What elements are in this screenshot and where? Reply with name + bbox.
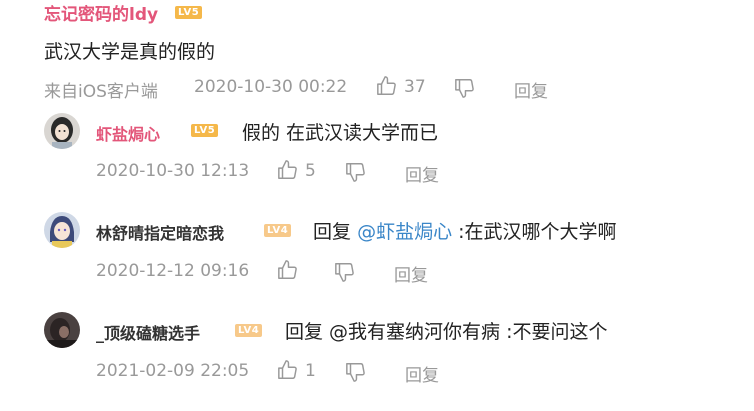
reply-button[interactable]: 回复 — [405, 361, 439, 386]
thumbs-down-icon[interactable] — [334, 261, 356, 283]
level-badge: LV4 — [235, 324, 263, 337]
reply-username[interactable]: 林舒晴指定暗恋我 — [96, 220, 224, 244]
level-badge: LV5 — [175, 6, 203, 19]
main-comment-username[interactable]: 忘记密码的ldy — [44, 0, 158, 25]
mention-link[interactable]: @虾盐焗心 — [357, 221, 452, 243]
reply-username[interactable]: _顶级磕糖选手 — [96, 320, 200, 344]
comment-source: 来自iOS客户端 — [44, 82, 158, 102]
thumbs-up-icon[interactable] — [277, 159, 299, 181]
thumbs-down-icon[interactable] — [345, 361, 367, 383]
main-comment-text: 武汉大学是真的假的 — [44, 41, 216, 63]
thumbs-up-icon[interactable] — [376, 75, 398, 97]
comment-timestamp: 2020-10-30 00:22 — [194, 77, 348, 97]
level-badge: LV5 — [191, 124, 219, 137]
reply-prefix: 回复 — [313, 221, 352, 243]
thumbs-down-icon[interactable] — [454, 77, 476, 99]
like-count: 37 — [404, 77, 426, 97]
reply-timestamp: 2020-12-12 09:16 — [96, 261, 250, 281]
reply-content: :在武汉哪个大学啊 — [458, 221, 617, 243]
reply-timestamp: 2020-10-30 12:13 — [96, 161, 250, 181]
reply-button[interactable]: 回复 — [514, 77, 548, 102]
reply-text: 回复 @虾盐焗心 :在武汉哪个大学啊 — [313, 217, 617, 244]
thumbs-up-icon[interactable] — [277, 359, 299, 381]
reply-button[interactable]: 回复 — [394, 261, 428, 286]
avatar[interactable] — [44, 113, 80, 149]
thumbs-down-icon[interactable] — [345, 161, 367, 183]
level-badge: LV4 — [264, 224, 292, 237]
avatar[interactable] — [44, 312, 80, 348]
like-count: 1 — [305, 361, 316, 381]
reply-text: 假的 在武汉读大学而已 — [242, 122, 439, 144]
thumbs-up-icon[interactable] — [277, 259, 299, 281]
reply-timestamp: 2021-02-09 22:05 — [96, 361, 250, 381]
reply-button[interactable]: 回复 — [405, 161, 439, 186]
reply-username[interactable]: 虾盐焗心 — [96, 121, 160, 145]
reply-text: 回复 @我有塞纳河你有病 :不要问这个 — [285, 321, 608, 343]
like-count: 5 — [305, 161, 316, 181]
avatar[interactable] — [44, 212, 80, 248]
